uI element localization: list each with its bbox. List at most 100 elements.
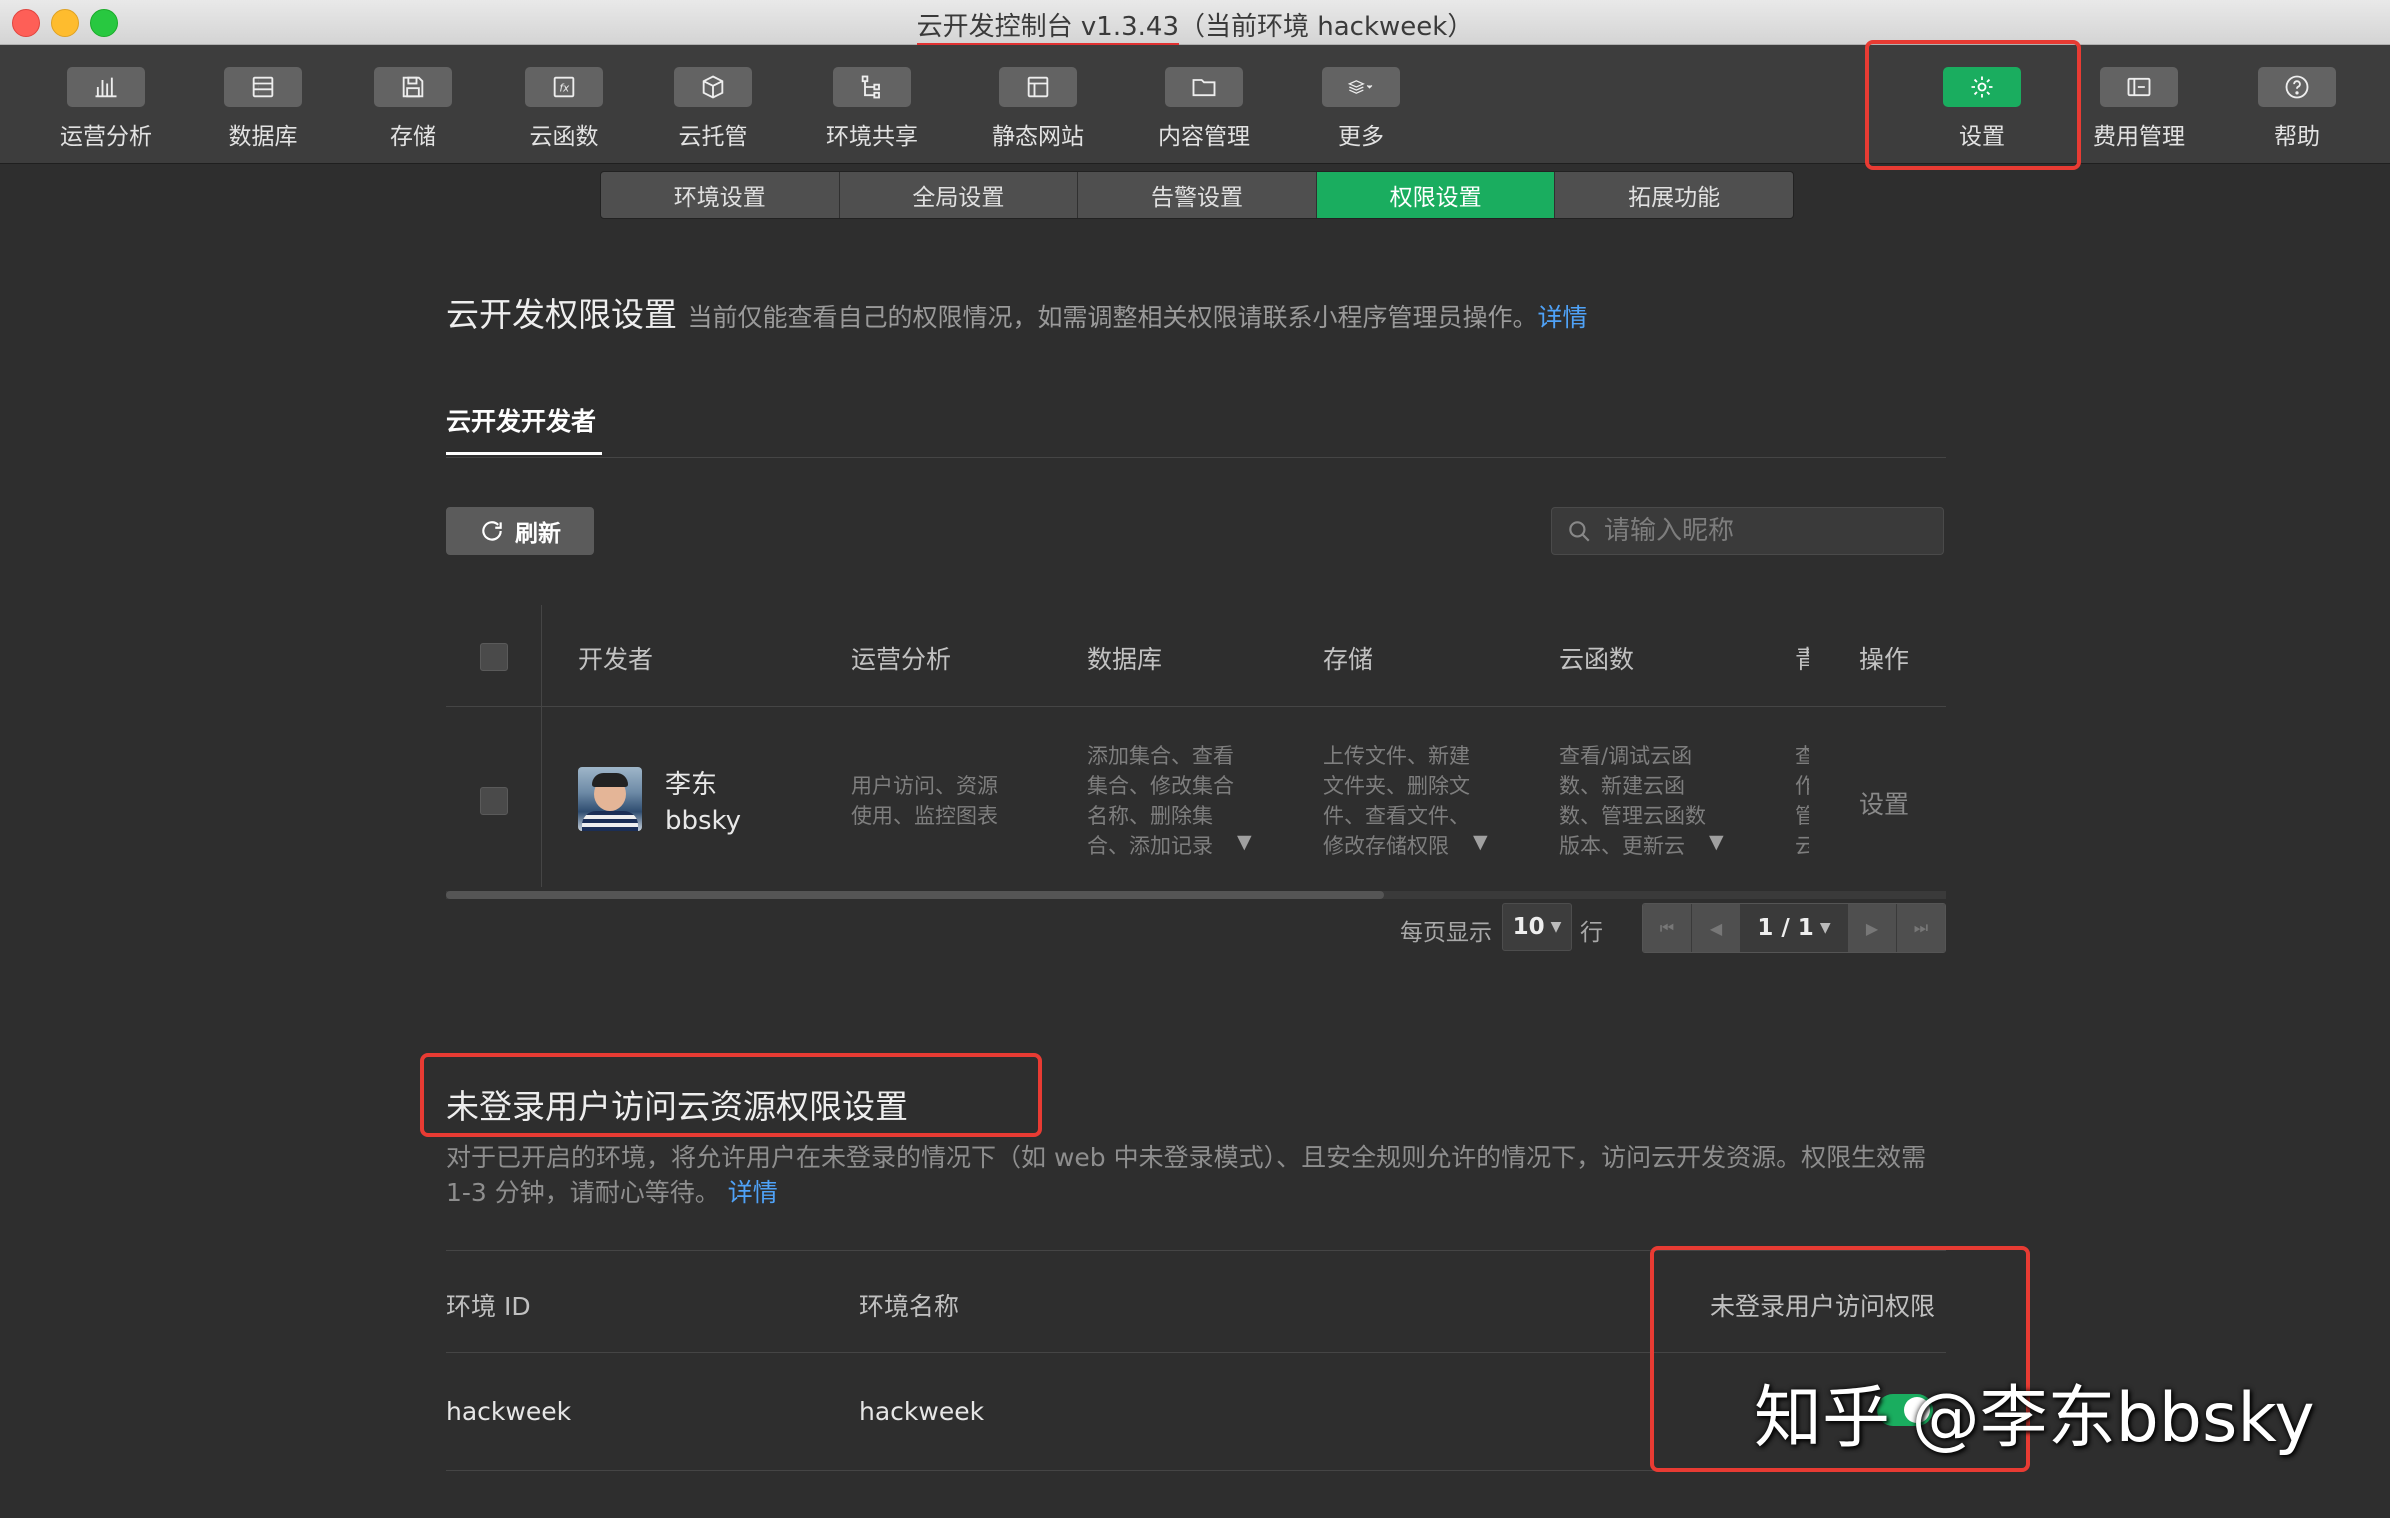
functions-permissions-cell: 查看/调试云函 数、新建云函 数、管理云函数 版本、更新云 [1559, 741, 1706, 861]
col-database: 数据库 [1087, 645, 1163, 674]
col-functions: 云函数 [1559, 645, 1635, 674]
refresh-button[interactable]: 刷新 [446, 507, 594, 555]
toolbar-functions-label: 云函数 [529, 124, 599, 150]
table-header-divider [446, 706, 1946, 707]
col-developer: 开发者 [578, 645, 654, 674]
permissions-details-link[interactable]: 详情 [1538, 303, 1588, 332]
toolbar-billing-button[interactable]: 费用管理 [2064, 67, 2214, 151]
settings-highlight-box [1865, 40, 2081, 170]
toolbar-storage-label: 存储 [390, 124, 436, 150]
refresh-icon [482, 521, 502, 541]
toolbar-database-label: 数据库 [228, 124, 298, 150]
avatar [578, 767, 642, 831]
settings-subtabs: 环境设置 全局设置 告警设置 权限设置 拓展功能 [600, 171, 1794, 219]
env-name-cell: hackweek [859, 1397, 985, 1426]
toolbar-env-share-button[interactable]: 环境共享 [797, 67, 947, 151]
prev-page-icon: ◀ [1709, 918, 1723, 938]
page-select[interactable]: 1 / 1 ▼ [1741, 904, 1848, 952]
toolbar-database-button[interactable]: 数据库 [188, 67, 338, 151]
prev-page-button[interactable]: ◀ [1692, 904, 1741, 952]
row-checkbox[interactable] [480, 787, 508, 815]
toolbar-content-label: 内容管理 [1158, 124, 1250, 150]
next-page-button[interactable]: ▶ [1848, 904, 1897, 952]
col-partial: 青 [1795, 645, 1809, 674]
functions-line: 版本、更新云 [1559, 834, 1685, 858]
table-horizontal-scrollbar[interactable] [446, 891, 1946, 899]
search-field[interactable] [1551, 507, 1944, 555]
toolbar-help-button[interactable]: 帮助 [2222, 67, 2372, 151]
tab-permission-settings[interactable]: 权限设置 [1316, 172, 1556, 218]
window-title-text: 云开发控制台 v1.3.43 [916, 12, 1179, 46]
toolbar-more-button[interactable]: 更多 [1286, 67, 1436, 151]
pagination: ⏮ ◀ 1 / 1 ▼ ▶ ⏭ [1642, 903, 1946, 953]
last-page-button[interactable]: ⏭ [1897, 904, 1945, 952]
help-icon [2285, 75, 2309, 99]
toolbar-functions-button[interactable]: fx 云函数 [489, 67, 639, 151]
storage-expand-caret[interactable]: ▼ [1473, 831, 1488, 853]
tab-env-settings[interactable]: 环境设置 [601, 172, 840, 218]
database-expand-caret[interactable]: ▼ [1237, 831, 1252, 853]
next-page-icon: ▶ [1865, 918, 1879, 938]
select-all-checkbox[interactable] [480, 643, 508, 671]
tab-alert-settings[interactable]: 告警设置 [1078, 172, 1317, 218]
per-page-value: 10 [1512, 914, 1545, 940]
refresh-label: 刷新 [515, 521, 561, 547]
share-tree-icon [861, 75, 880, 99]
first-page-icon: ⏮ [1659, 918, 1675, 937]
toolbar-env-share-label: 环境共享 [826, 124, 918, 150]
toolbar-content-button[interactable]: 内容管理 [1129, 67, 1279, 151]
env-id-cell: hackweek [446, 1397, 572, 1426]
col-actions: 操作 [1859, 645, 1910, 674]
svg-text:fx: fx [559, 83, 570, 95]
database-icon [252, 76, 274, 98]
toolbar-storage-button[interactable]: 存储 [338, 67, 488, 151]
database-line: 集合、修改集合 [1087, 774, 1234, 798]
toolbar-static-site-button[interactable]: 静态网站 [963, 67, 1113, 151]
database-line: 添加集合、查看 [1087, 744, 1234, 768]
first-page-button[interactable]: ⏮ [1643, 904, 1692, 952]
window-title: 云开发控制台 v1.3.43（当前环境 hackweek） [0, 6, 2390, 46]
billing-icon [2127, 77, 2151, 97]
function-icon: fx [553, 76, 575, 98]
storage-line: 文件夹、删除文 [1323, 774, 1470, 798]
cube-icon [702, 75, 724, 99]
tab-divider [446, 457, 1946, 458]
tab-developers[interactable]: 云开发开发者 [446, 402, 596, 438]
developer-name: 李东 [665, 770, 718, 800]
search-input[interactable] [1602, 515, 1926, 547]
unauth-desc-block: 对于已开启的环境，将允许用户在未登录的情况下（如 web 中未登录模式）、且安全… [446, 1140, 1946, 1210]
analytics-permissions-cell: 用户访问、资源 使用、监控图表 [851, 771, 998, 831]
layers-icon [1347, 80, 1373, 94]
window-title-bar: 云开发控制台 v1.3.43（当前环境 hackweek） [0, 0, 2390, 46]
tab-global-settings[interactable]: 全局设置 [840, 172, 1079, 218]
functions-expand-caret[interactable]: ▼ [1709, 831, 1724, 853]
row-settings-action[interactable]: 设置 [1859, 785, 1909, 821]
last-page-icon: ⏭ [1913, 918, 1929, 937]
toolbar-cloudrun-button[interactable]: 云托管 [638, 67, 788, 151]
partial-line: 云 [1795, 834, 1809, 858]
toolbar-static-site-label: 静态网站 [992, 124, 1084, 150]
toolbar-cloudrun-label: 云托管 [678, 124, 748, 150]
scrollbar-thumb[interactable] [446, 891, 1384, 899]
storage-permissions-cell: 上传文件、新建 文件夹、删除文 件、查看文件、 修改存储权限 [1323, 741, 1470, 861]
database-permissions-cell: 添加集合、查看 集合、修改集合 名称、删除集 合、添加记录 [1087, 741, 1234, 861]
functions-line: 查看/调试云函 [1559, 744, 1693, 768]
checkbox-column-divider [541, 605, 542, 887]
developer-name-cell: 李东 bbsky [665, 767, 741, 839]
tab-extensions[interactable]: 拓展功能 [1555, 172, 1793, 218]
storage-line: 件、查看文件、 [1323, 804, 1470, 828]
storage-line: 修改存储权限 [1323, 834, 1449, 858]
functions-line: 数、新建云函 [1559, 774, 1685, 798]
toolbar-billing-label: 费用管理 [2093, 124, 2185, 150]
page-indicator: 1 / 1 [1757, 915, 1814, 941]
partial-permissions-cell: 查 作 管 云 [1795, 741, 1809, 861]
unauth-details-link[interactable]: 详情 [728, 1178, 778, 1207]
toolbar-analytics-button[interactable]: 运营分析 [31, 67, 181, 151]
developer-nick: bbsky [665, 806, 742, 836]
toolbar-help-label: 帮助 [2274, 124, 2320, 150]
per-page-select[interactable]: 10 ▼ [1502, 903, 1572, 951]
col-env-name: 环境名称 [859, 1292, 960, 1321]
window-title-env: （当前环境 hackweek） [1179, 12, 1474, 42]
functions-line: 数、管理云函数 [1559, 804, 1706, 828]
bar-chart-icon [95, 77, 117, 98]
